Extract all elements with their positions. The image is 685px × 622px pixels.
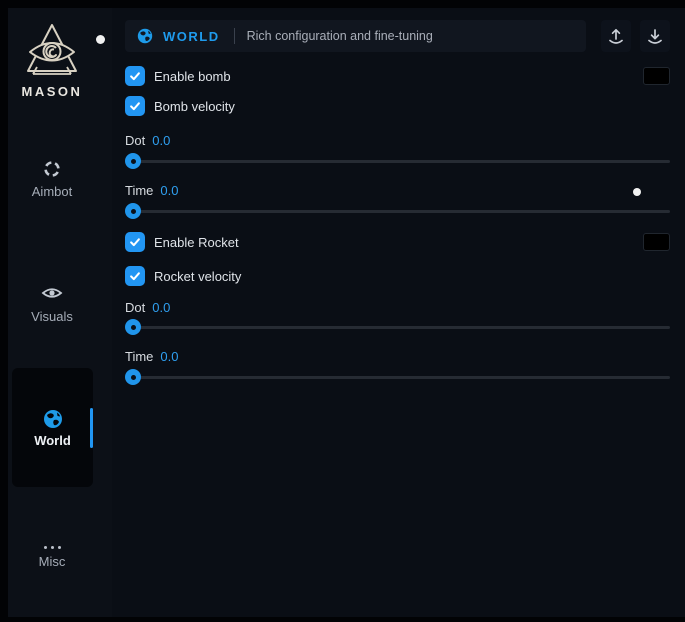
- slider-thumb[interactable]: [125, 319, 141, 335]
- cursor-dot: [96, 35, 105, 44]
- sidebar: MASON Aimbot Visuals: [8, 8, 112, 617]
- slider-label-row: Time 0.0: [125, 183, 670, 197]
- sidebar-item-misc[interactable]: Misc: [8, 530, 96, 569]
- download-icon: [647, 28, 663, 45]
- logo: MASON: [8, 22, 96, 99]
- enable-rocket-checkbox[interactable]: [125, 232, 145, 252]
- upload-icon: [608, 28, 624, 45]
- slider-track[interactable]: [127, 326, 670, 329]
- slider-label-row: Dot 0.0: [125, 133, 670, 147]
- page-header-bar: WORLD Rich configuration and fine-tuning: [125, 20, 586, 52]
- sidebar-item-aimbot[interactable]: Aimbot: [8, 160, 96, 199]
- sidebar-item-label: Aimbot: [32, 184, 72, 199]
- cursor-dot: [633, 188, 641, 196]
- upload-config-button[interactable]: [601, 20, 631, 52]
- page-title: WORLD: [163, 29, 220, 44]
- slider-thumb[interactable]: [125, 203, 141, 219]
- slider-track[interactable]: [127, 160, 670, 163]
- main-content: WORLD Rich configuration and fine-tuning: [112, 8, 685, 617]
- screen: MASON Aimbot Visuals: [0, 0, 685, 622]
- slider-track[interactable]: [127, 210, 670, 213]
- active-indicator: [90, 408, 93, 448]
- toggle-row-enable-bomb: Enable bomb: [125, 66, 670, 86]
- slider-name: Dot: [125, 133, 145, 148]
- ellipsis-icon: [8, 530, 96, 550]
- slider-label-row: Time 0.0: [125, 349, 670, 363]
- rocket-velocity-checkbox[interactable]: [125, 266, 145, 286]
- crosshair-icon: [8, 160, 96, 180]
- rocket-time-slider[interactable]: [125, 369, 670, 385]
- slider-value: 0.0: [152, 300, 170, 315]
- slider-thumb[interactable]: [125, 153, 141, 169]
- toggle-label: Bomb velocity: [154, 99, 235, 114]
- toggle-label: Enable bomb: [154, 69, 231, 84]
- slider-name: Time: [125, 183, 153, 198]
- bomb-color-swatch[interactable]: [643, 67, 670, 85]
- toggle-row-rocket-velocity: Rocket velocity: [125, 266, 670, 286]
- globe-icon: [12, 409, 93, 429]
- slider-value: 0.0: [160, 183, 178, 198]
- sidebar-item-visuals[interactable]: Visuals: [8, 285, 96, 324]
- divider: [234, 28, 235, 44]
- download-config-button[interactable]: [640, 20, 670, 52]
- sidebar-item-label: Visuals: [31, 309, 73, 324]
- rocket-dot-slider[interactable]: [125, 319, 670, 335]
- sidebar-item-label: World: [34, 433, 71, 448]
- globe-icon: [137, 28, 153, 44]
- page-subtitle: Rich configuration and fine-tuning: [247, 29, 433, 43]
- slider-label-row: Dot 0.0: [125, 300, 670, 314]
- rocket-color-swatch[interactable]: [643, 233, 670, 251]
- bomb-time-slider[interactable]: [125, 203, 670, 219]
- all-seeing-eye-icon: [8, 22, 96, 82]
- enable-bomb-checkbox[interactable]: [125, 66, 145, 86]
- brand-name: MASON: [8, 84, 96, 99]
- sidebar-item-label: Misc: [39, 554, 66, 569]
- bomb-dot-slider[interactable]: [125, 153, 670, 169]
- toggle-label: Rocket velocity: [154, 269, 241, 284]
- mason-menu-window: MASON Aimbot Visuals: [8, 8, 685, 617]
- slider-name: Dot: [125, 300, 145, 315]
- slider-thumb[interactable]: [125, 369, 141, 385]
- slider-value: 0.0: [152, 133, 170, 148]
- slider-track[interactable]: [127, 376, 670, 379]
- toggle-row-enable-rocket: Enable Rocket: [125, 232, 670, 252]
- bomb-velocity-checkbox[interactable]: [125, 96, 145, 116]
- slider-value: 0.0: [160, 349, 178, 364]
- header: WORLD Rich configuration and fine-tuning: [125, 20, 670, 52]
- toggle-label: Enable Rocket: [154, 235, 239, 250]
- toggle-row-bomb-velocity: Bomb velocity: [125, 96, 670, 116]
- sidebar-item-world[interactable]: World: [12, 368, 93, 487]
- slider-name: Time: [125, 349, 153, 364]
- eye-icon: [8, 285, 96, 305]
